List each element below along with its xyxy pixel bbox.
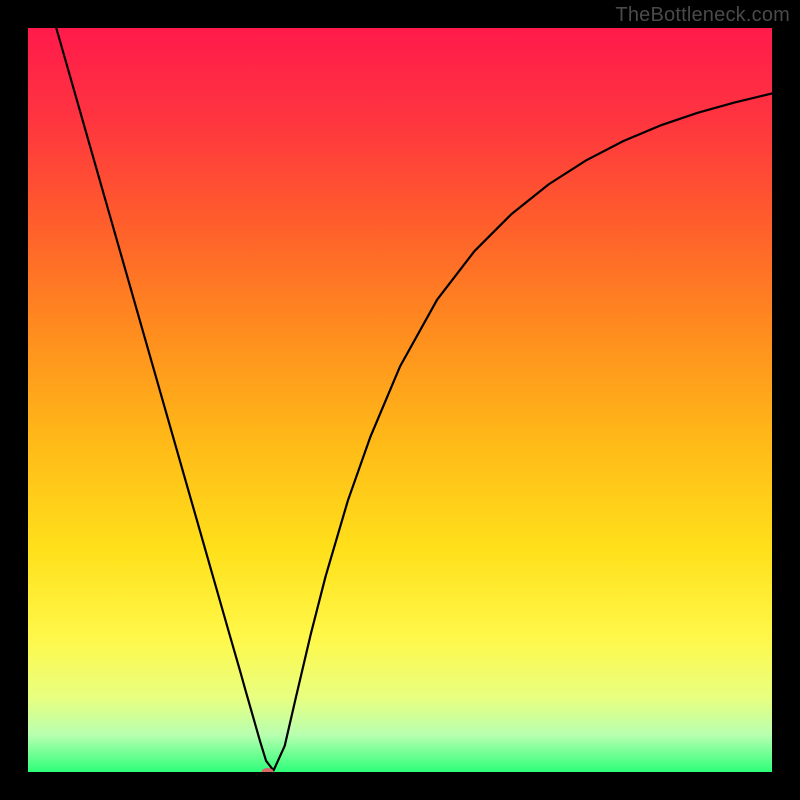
- watermark-text: TheBottleneck.com: [615, 4, 790, 27]
- chart-frame: TheBottleneck.com: [0, 0, 800, 800]
- gradient-background: [28, 28, 772, 772]
- plot-area: [28, 28, 772, 772]
- chart-svg: [28, 28, 772, 772]
